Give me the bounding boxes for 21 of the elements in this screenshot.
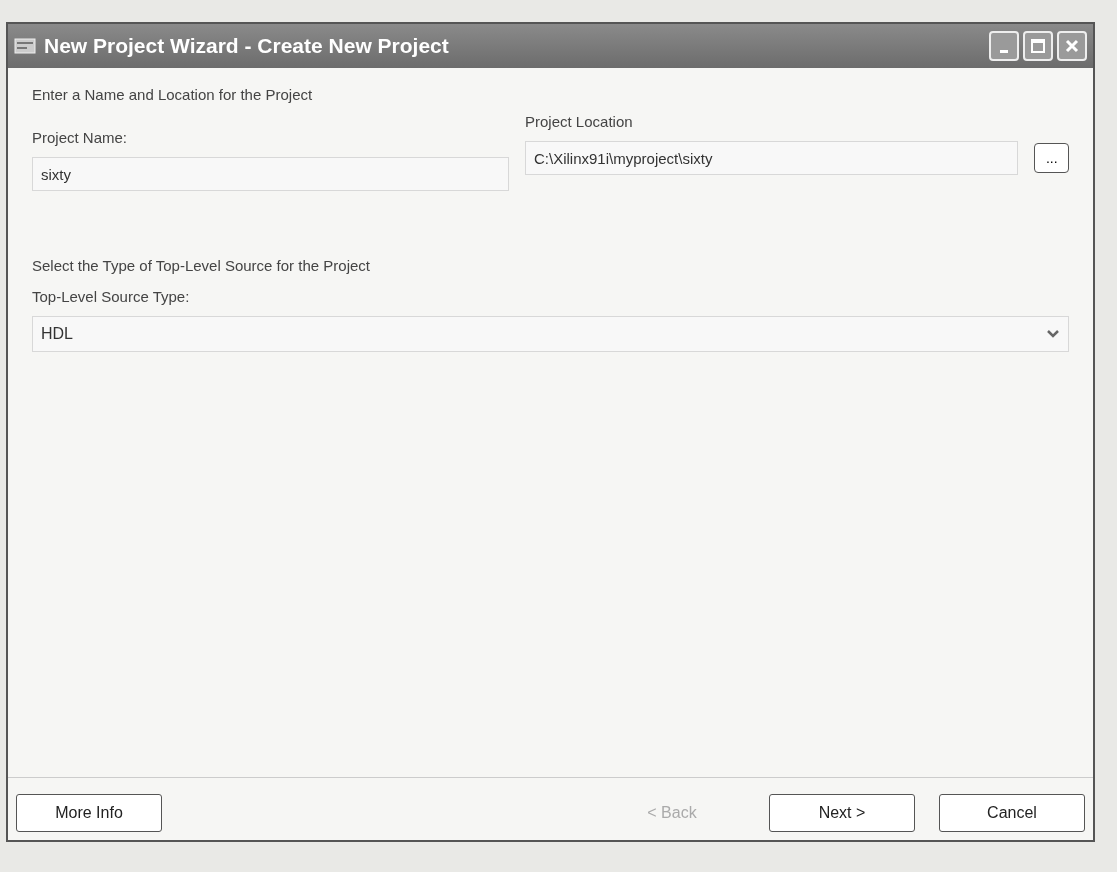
close-button[interactable] — [1057, 31, 1087, 61]
app-icon — [14, 38, 36, 54]
field-label: Top-Level Source Type: — [32, 286, 191, 307]
maximize-icon — [1031, 39, 1045, 53]
browse-button[interactable]: ... — [1034, 143, 1069, 173]
project-name-field[interactable]: sixty — [32, 157, 509, 191]
wizard-button[interactable]: Cancel — [939, 794, 1085, 832]
minimize-button[interactable] — [989, 31, 1019, 61]
field-label: Project Name: — [32, 127, 129, 148]
section-heading: Select the Type of Top-Level Source for the Project — [32, 256, 371, 276]
close-icon — [1065, 39, 1079, 53]
window-title: New Project Wizard - Create New Project — [44, 33, 449, 60]
source-type-dropdown[interactable]: HDL — [32, 316, 1069, 352]
chevron-down-icon — [1046, 329, 1060, 339]
field-label: Project Location — [525, 111, 634, 132]
maximize-button[interactable] — [1023, 31, 1053, 61]
project-location-field[interactable]: C:\Xilinx91i\myproject\sixty — [525, 141, 1019, 175]
wizard-button[interactable]: More Info — [16, 794, 162, 832]
minimize-icon — [1000, 49, 1008, 53]
section-heading: Enter a Name and Location for the Project — [32, 85, 314, 105]
wizard-button[interactable]: Next > — [769, 794, 915, 832]
